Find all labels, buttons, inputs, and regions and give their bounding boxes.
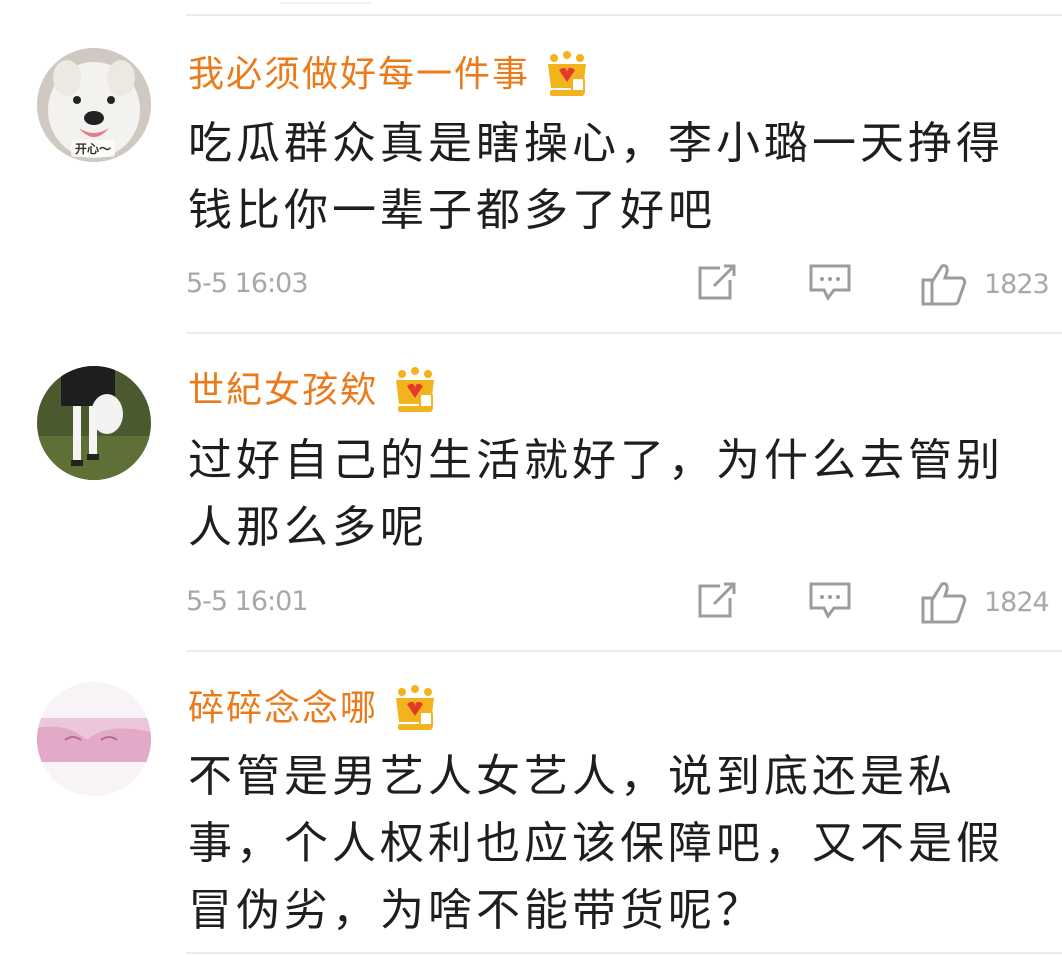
comment-line: 事，个人权利也应该保障吧，又不是假: [188, 818, 1004, 869]
top-divider: [186, 2, 1062, 16]
girl-avatar-icon: [37, 366, 151, 480]
comment-icon: [809, 264, 851, 301]
comment-meta: 5-5 16:01 1824: [186, 580, 1062, 624]
avatar[interactable]: 开心～: [37, 48, 151, 162]
username[interactable]: 我必须做好每一件事: [188, 50, 592, 100]
comment-list: 开心～ 我必须做好每一件事 吃瓜群众真是瞎操心，李小璐一天挣得 钱比你一辈子都多…: [0, 0, 1062, 955]
share-icon: [698, 264, 736, 300]
username[interactable]: 世紀女孩欸: [188, 366, 440, 416]
anime-avatar-icon: [37, 682, 151, 796]
crown-badge-icon: [396, 367, 435, 412]
comment-meta: 5-5 16:03 1823: [186, 262, 1062, 306]
username-text[interactable]: 碎碎念念哪: [188, 687, 378, 731]
username-text[interactable]: 我必须做好每一件事: [188, 53, 530, 97]
username-text[interactable]: 世紀女孩欸: [188, 369, 378, 413]
comment-divider: [186, 952, 1062, 954]
like-button[interactable]: 1823: [920, 262, 1050, 306]
share-button[interactable]: [696, 580, 740, 620]
avatar[interactable]: [37, 366, 151, 480]
comment-text: 吃瓜群众真是瞎操心，李小璐一天挣得 钱比你一辈子都多了好吧: [188, 110, 1018, 244]
comment-line: 过好自己的生活就好了，为什么去管别: [188, 435, 1004, 486]
share-button[interactable]: [696, 262, 740, 302]
reply-button[interactable]: [808, 580, 852, 620]
comment-divider: [186, 650, 1062, 652]
comment-divider: [186, 332, 1062, 334]
avatar[interactable]: [37, 682, 151, 796]
like-count: 1824: [984, 586, 1050, 618]
comment-text: 过好自己的生活就好了，为什么去管别 人那么多呢: [188, 427, 1018, 561]
timestamp: 5-5 16:03: [186, 268, 308, 299]
comment-line: 冒伪劣，为啥不能带货呢？: [188, 885, 764, 936]
comment-icon: [809, 582, 851, 619]
thumbs-up-icon: [921, 582, 967, 624]
thumbs-up-icon: [921, 264, 967, 306]
comment-line: 人那么多呢: [188, 502, 428, 553]
crown-badge-icon: [396, 685, 435, 730]
comment-line: 不管是男艺人女艺人，说到底还是私: [188, 751, 956, 802]
comment-line: 钱比你一辈子都多了好吧: [188, 185, 716, 236]
comment-line: 吃瓜群众真是瞎操心，李小璐一天挣得: [188, 118, 1004, 169]
crown-badge-icon: [548, 51, 587, 96]
like-button[interactable]: 1824: [920, 580, 1050, 624]
reply-button[interactable]: [808, 262, 852, 302]
username[interactable]: 碎碎念念哪: [188, 684, 440, 734]
avatar-caption: 开心～: [71, 140, 116, 157]
timestamp: 5-5 16:01: [186, 586, 308, 617]
like-count: 1823: [984, 268, 1050, 300]
comment-text: 不管是男艺人女艺人，说到底还是私 事，个人权利也应该保障吧，又不是假 冒伪劣，为…: [188, 743, 1018, 944]
share-icon: [698, 582, 736, 618]
